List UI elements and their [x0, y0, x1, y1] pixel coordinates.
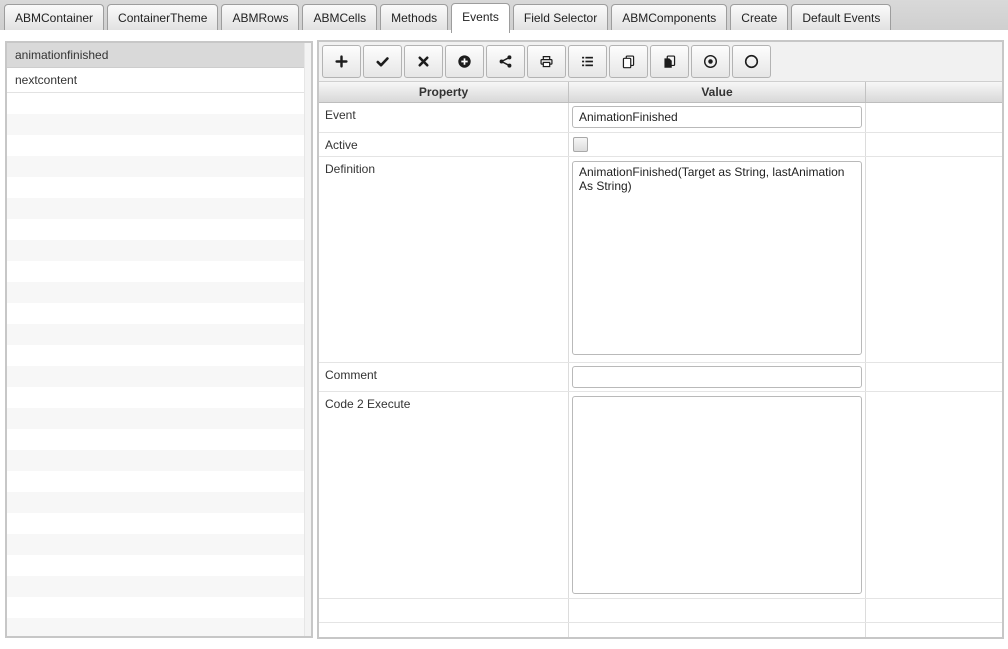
table-row-comment: Comment [319, 363, 1002, 392]
record-button[interactable] [691, 45, 730, 78]
event-input[interactable] [572, 106, 862, 128]
printer-icon [539, 54, 554, 69]
table-empty-row [319, 599, 1002, 623]
list-item-animationfinished[interactable]: animationfinished [7, 43, 311, 68]
tab-field-selector[interactable]: Field Selector [512, 4, 609, 30]
table-row-definition: Definition AnimationFinished(Target as S… [319, 157, 1002, 363]
circle-icon [744, 54, 759, 69]
table-cell-extra [866, 363, 1002, 391]
tab-abmcontainer[interactable]: ABMContainer [4, 4, 105, 30]
tab-abmrows[interactable]: ABMRows [221, 4, 300, 30]
circle-button[interactable] [732, 45, 771, 78]
event-label: Event [319, 103, 569, 132]
app-window: { "tabbar": { "tabs": [ {"label": "ABMCo… [0, 0, 1008, 649]
x-icon [416, 54, 431, 69]
value-column-header: Value [569, 82, 866, 102]
tab-bar: ABMContainer ContainerTheme ABMRows ABMCell… [0, 0, 1008, 33]
event-editor-panel: Property Value Event Active Definition A… [317, 40, 1004, 639]
comment-input[interactable] [572, 366, 862, 388]
check-icon [375, 54, 390, 69]
delete-button[interactable] [404, 45, 443, 78]
property-table-header: Property Value [319, 82, 1002, 103]
table-cell-extra [866, 133, 1002, 156]
paste-icon [662, 54, 677, 69]
table-row-code-2-execute: Code 2 Execute [319, 392, 1002, 599]
add-circle-button[interactable] [445, 45, 484, 78]
share-icon [498, 54, 513, 69]
comment-label: Comment [319, 363, 569, 391]
event-list-items: animationfinished nextcontent [7, 43, 311, 93]
tab-abmcells[interactable]: ABMCells [302, 4, 378, 30]
copy-icon [621, 54, 636, 69]
property-table: Property Value Event Active Definition A… [319, 82, 1002, 637]
definition-label: Definition [319, 157, 569, 362]
table-cell-extra [866, 103, 1002, 132]
apply-button[interactable] [363, 45, 402, 78]
table-row-active: Active [319, 133, 1002, 157]
table-cell-extra [866, 392, 1002, 598]
tab-containertheme[interactable]: ContainerTheme [107, 4, 219, 30]
event-list-panel: animationfinished nextcontent [5, 41, 313, 638]
editor-toolbar [319, 42, 1002, 82]
list-icon [580, 54, 595, 69]
code-2-execute-label: Code 2 Execute [319, 392, 569, 598]
extra-column-header [866, 82, 1002, 102]
tab-default-events[interactable]: Default Events [791, 4, 892, 30]
table-empty-row [319, 623, 1002, 637]
active-label: Active [319, 133, 569, 156]
table-cell-extra [866, 623, 1002, 637]
tab-methods[interactable]: Methods [380, 4, 449, 30]
table-row-event: Event [319, 103, 1002, 133]
paste-button[interactable] [650, 45, 689, 78]
circle-dot-icon [703, 54, 718, 69]
share-button[interactable] [486, 45, 525, 78]
circle-plus-icon [457, 54, 472, 69]
plus-icon [334, 54, 349, 69]
add-button[interactable] [322, 45, 361, 78]
event-list-scrollbar[interactable] [304, 43, 311, 636]
table-cell-extra [866, 157, 1002, 362]
list-item-nextcontent[interactable]: nextcontent [7, 68, 311, 93]
tab-create[interactable]: Create [730, 4, 789, 30]
copy-button[interactable] [609, 45, 648, 78]
active-checkbox[interactable] [573, 137, 588, 152]
property-column-header: Property [319, 82, 569, 102]
list-button[interactable] [568, 45, 607, 78]
definition-textarea[interactable]: AnimationFinished(Target as String, last… [572, 161, 862, 355]
print-button[interactable] [527, 45, 566, 78]
tab-events[interactable]: Events [451, 3, 510, 33]
code-2-execute-textarea[interactable] [572, 396, 862, 594]
event-list-empty-stripes [7, 93, 311, 636]
tab-abmcomponents[interactable]: ABMComponents [611, 4, 728, 30]
table-cell-extra [866, 599, 1002, 622]
